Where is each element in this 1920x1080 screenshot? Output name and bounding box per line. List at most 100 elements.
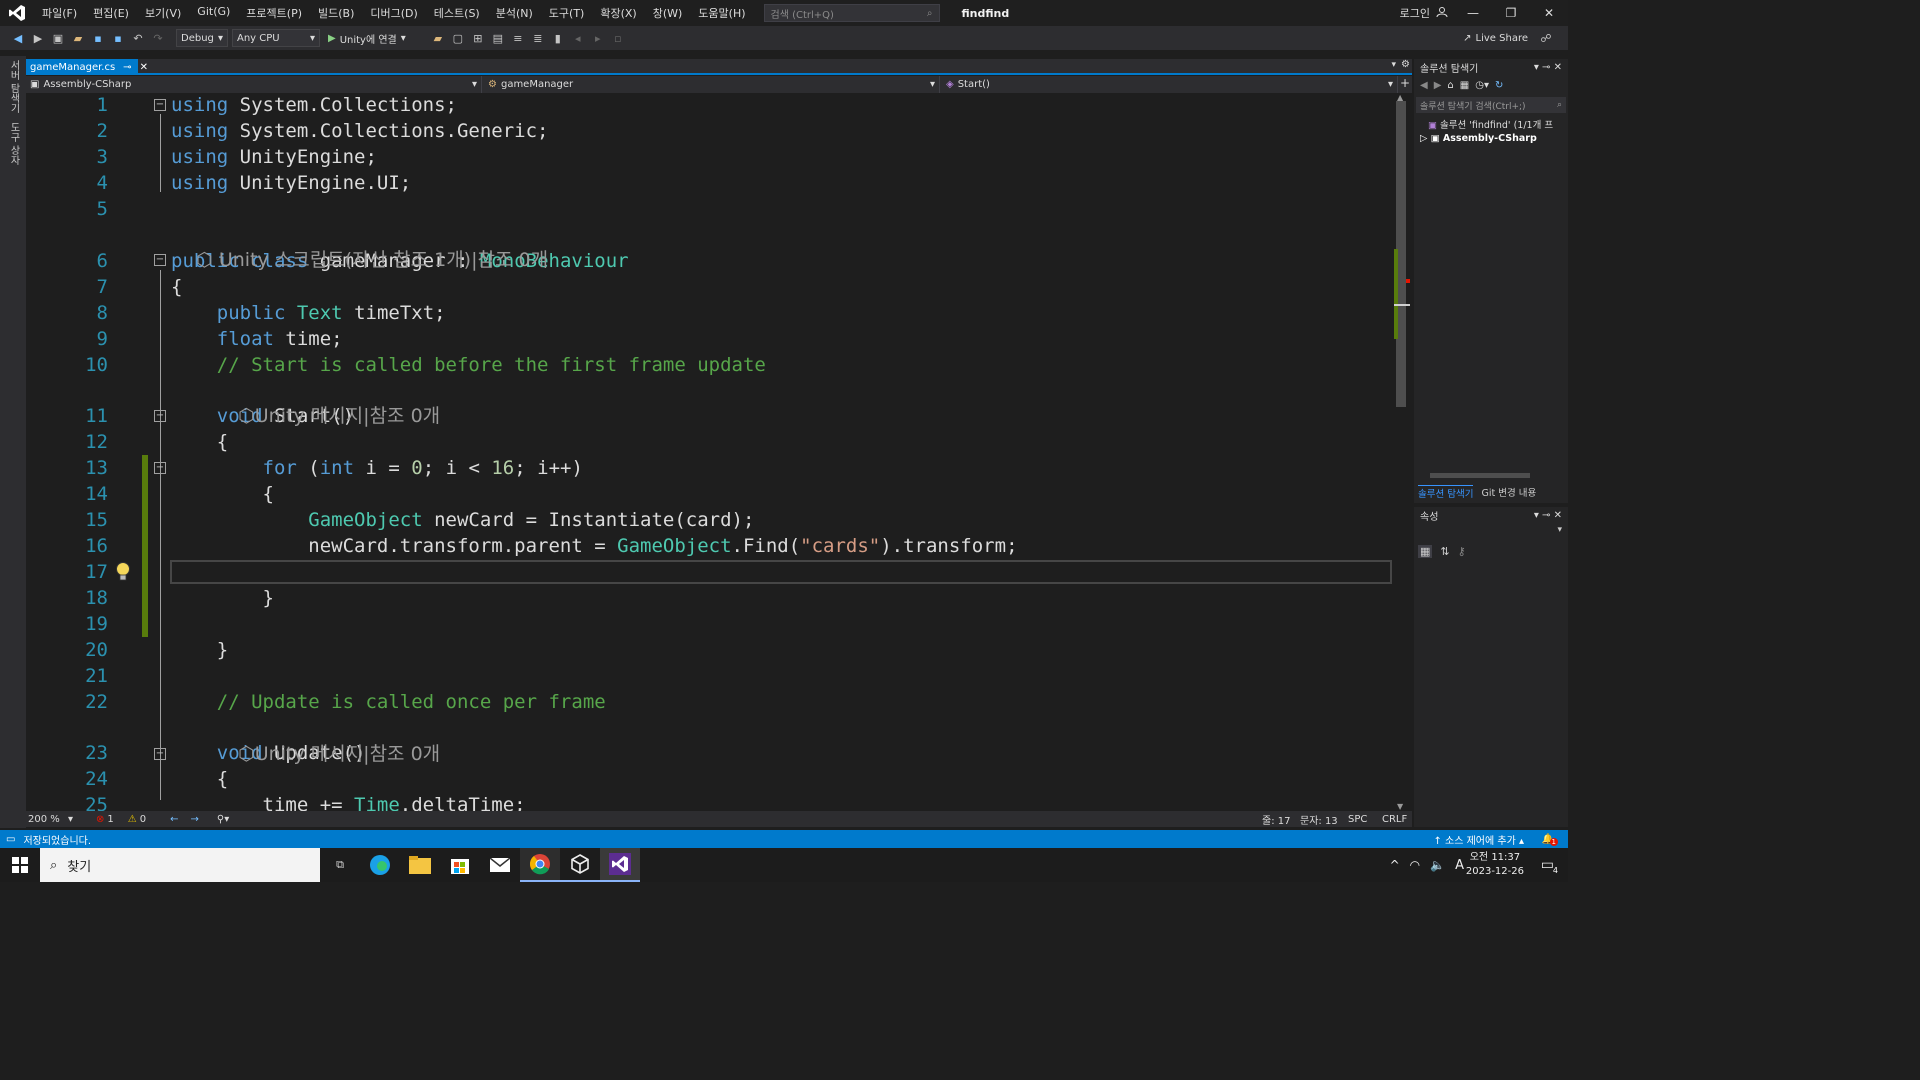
home-icon[interactable]: ⌂ bbox=[1447, 80, 1453, 91]
code-line[interactable]: 25 time += Time.deltaTime; bbox=[26, 792, 1396, 811]
code-line[interactable]: 20 } bbox=[26, 637, 1396, 663]
expand-arrow-icon[interactable]: ▷ bbox=[1420, 133, 1427, 144]
alphabetical-icon[interactable]: ⇅ bbox=[1440, 545, 1449, 558]
member-dropdown[interactable]: ◈ Start() ▾ bbox=[942, 76, 1398, 93]
network-icon[interactable]: ◠ bbox=[1410, 858, 1420, 872]
unity-hub-icon[interactable] bbox=[560, 848, 600, 882]
search-input[interactable]: 검색 (Ctrl+Q) ⌕ bbox=[763, 4, 940, 22]
menu-item[interactable]: Git(G) bbox=[189, 5, 238, 21]
code-line[interactable]: 21 bbox=[26, 663, 1396, 689]
error-icon[interactable]: ⊗ bbox=[96, 814, 104, 825]
menu-item[interactable]: 파일(F) bbox=[34, 5, 85, 21]
refresh-icon[interactable]: ↻ bbox=[1495, 80, 1503, 91]
properties-object-select[interactable]: ▾ bbox=[1416, 525, 1566, 543]
code-line[interactable]: 18 } bbox=[26, 585, 1396, 611]
menu-item[interactable]: 디버그(D) bbox=[362, 5, 425, 21]
menu-item[interactable]: 테스트(S) bbox=[426, 5, 488, 21]
code-line[interactable]: 15 GameObject newCard = Instantiate(card… bbox=[26, 507, 1396, 533]
chrome-icon[interactable] bbox=[520, 848, 560, 882]
chevron-down-icon[interactable]: ▾ bbox=[68, 814, 86, 825]
minimize-button[interactable]: — bbox=[1454, 0, 1492, 26]
uncomment-icon[interactable]: ≣ bbox=[530, 30, 546, 46]
code-editor[interactable]: 1 using System.Collections; 2 using System.… bbox=[26, 93, 1396, 811]
menu-item[interactable]: 분석(N) bbox=[488, 5, 541, 21]
panel-controls[interactable]: ▾ ⊸ ✕ bbox=[1534, 510, 1562, 521]
source-control-button[interactable]: ↑ 소스 제어에 추가 ▴ bbox=[1433, 832, 1524, 847]
code-line[interactable]: 2 using System.Collections.Generic; bbox=[26, 118, 1396, 144]
code-line[interactable]: 14 { bbox=[26, 481, 1396, 507]
code-line[interactable]: 9 float time; bbox=[26, 326, 1396, 352]
nav-back-icon[interactable]: ← bbox=[170, 814, 178, 825]
menu-item[interactable]: 보기(V) bbox=[137, 5, 189, 21]
redo-icon[interactable]: ↷ bbox=[150, 30, 166, 46]
whitespace-mode[interactable]: SPC bbox=[1348, 814, 1367, 825]
panel-controls[interactable]: ▾ ⊸ ✕ bbox=[1534, 62, 1562, 73]
save-all-icon[interactable]: ▪ bbox=[110, 30, 126, 46]
code-line[interactable]: 16 newCard.transform.parent = GameObject… bbox=[26, 533, 1396, 559]
visual-studio-icon[interactable] bbox=[600, 848, 640, 882]
attach-unity-button[interactable]: ▶ Unity에 연결 ▾ bbox=[324, 31, 410, 46]
tray-chevron-up-icon[interactable]: ^ bbox=[1390, 858, 1400, 872]
code-line[interactable]: 5 bbox=[26, 196, 1396, 222]
edge-icon[interactable] bbox=[360, 848, 400, 882]
close-button[interactable]: ✕ bbox=[1530, 0, 1568, 26]
tab-gamemanager[interactable]: gameManager.cs ⊸ ✕ bbox=[26, 59, 148, 75]
clock[interactable]: 오전 11:37 2023-12-26 bbox=[1466, 851, 1524, 879]
undo-icon[interactable]: ↶ bbox=[130, 30, 146, 46]
codelens-update[interactable]: ⬡Unity 메시지|참조 0개 bbox=[214, 715, 440, 793]
taskbar-search[interactable]: ⌕ 찾기 bbox=[40, 848, 320, 882]
collapse-start-icon[interactable]: − bbox=[154, 410, 166, 422]
menu-item[interactable]: 도구(T) bbox=[541, 5, 593, 21]
collapse-class-icon[interactable]: − bbox=[154, 254, 166, 266]
back-icon[interactable]: ◀ bbox=[10, 30, 26, 46]
feedback-icon[interactable]: ☍ bbox=[1538, 30, 1554, 46]
folder-icon[interactable]: ▰ bbox=[430, 30, 446, 46]
platform-select[interactable]: Any CPU ▾ bbox=[232, 29, 320, 47]
menu-item[interactable]: 확장(X) bbox=[592, 5, 644, 21]
zoom-level[interactable]: 200 % bbox=[28, 814, 68, 825]
menu-item[interactable]: 창(W) bbox=[645, 5, 691, 21]
solution-tree-item[interactable]: ▣ 솔루션 'findfind' (1/1개 프 bbox=[1414, 117, 1568, 131]
scroll-down-icon[interactable]: ▼ bbox=[1397, 802, 1403, 811]
project-dropdown[interactable]: ▣ Assembly-CSharp ▾ bbox=[26, 76, 482, 93]
forward-icon[interactable]: ▶ bbox=[1434, 80, 1442, 91]
login-button[interactable]: 로그인 bbox=[1400, 0, 1448, 26]
menu-item[interactable]: 편집(E) bbox=[85, 5, 137, 21]
menu-item[interactable]: 도움말(H) bbox=[690, 5, 753, 21]
collapse-using-icon[interactable]: − bbox=[154, 99, 166, 111]
windows-start-icon[interactable] bbox=[0, 848, 40, 882]
settings-icon[interactable]: ⚙ bbox=[1401, 59, 1410, 70]
layout-icon[interactable]: ▤ bbox=[490, 30, 506, 46]
categorized-icon[interactable]: ▦ bbox=[1418, 545, 1433, 558]
solution-search-input[interactable]: 솔루션 탐색기 검색(Ctrl+;) ⌕ bbox=[1416, 97, 1566, 113]
back-icon[interactable]: ◀ bbox=[1420, 80, 1428, 91]
property-pages-icon[interactable]: ⚷ bbox=[1458, 545, 1466, 558]
lightbulb-icon[interactable] bbox=[114, 561, 132, 583]
close-tab-icon[interactable]: ✕ bbox=[140, 62, 148, 73]
server-explorer-tab[interactable]: 서버 탐색기 bbox=[6, 60, 21, 113]
code-line[interactable]: 19 bbox=[26, 611, 1396, 637]
code-line[interactable]: 3 using UnityEngine; bbox=[26, 144, 1396, 170]
editor-vertical-scrollbar[interactable]: ▲ ▼ bbox=[1394, 93, 1412, 811]
code-line[interactable]: 17 bbox=[26, 559, 1396, 585]
toolbox-tab[interactable]: 도구 상자 bbox=[6, 122, 21, 165]
store-icon[interactable] bbox=[440, 848, 480, 882]
nav-forward-icon[interactable]: → bbox=[191, 814, 199, 825]
tab-solution-explorer[interactable]: 솔루션 탐색기 bbox=[1418, 485, 1474, 501]
screenshot-icon[interactable]: ▢ bbox=[450, 30, 466, 46]
code-line[interactable]: 13 for (int i = 0; i < 16; i++) bbox=[26, 455, 1396, 481]
project-tree-item[interactable]: ▷ ▣ Assembly-CSharp bbox=[1414, 133, 1568, 144]
class-dropdown[interactable]: ⚙ gameManager ▾ bbox=[484, 76, 940, 93]
split-editor-icon[interactable]: + bbox=[1400, 76, 1410, 90]
refactor-icon[interactable]: ⚲▾ bbox=[217, 814, 229, 825]
save-icon[interactable]: ▪ bbox=[90, 30, 106, 46]
collapse-update-icon[interactable]: − bbox=[154, 748, 166, 760]
line-number[interactable]: 줄: 17 bbox=[1262, 812, 1290, 827]
ime-indicator[interactable]: A bbox=[1455, 858, 1464, 873]
mail-icon[interactable] bbox=[480, 848, 520, 882]
codelens-start[interactable]: ⬡Unity 메시지|참조 0개 bbox=[214, 377, 440, 455]
code-line[interactable]: 1 using System.Collections; bbox=[26, 93, 1396, 118]
config-select[interactable]: Debug ▾ bbox=[176, 29, 228, 47]
hierarchy-icon[interactable]: ⊞ bbox=[470, 30, 486, 46]
volume-icon[interactable]: 🔈 bbox=[1430, 858, 1445, 872]
